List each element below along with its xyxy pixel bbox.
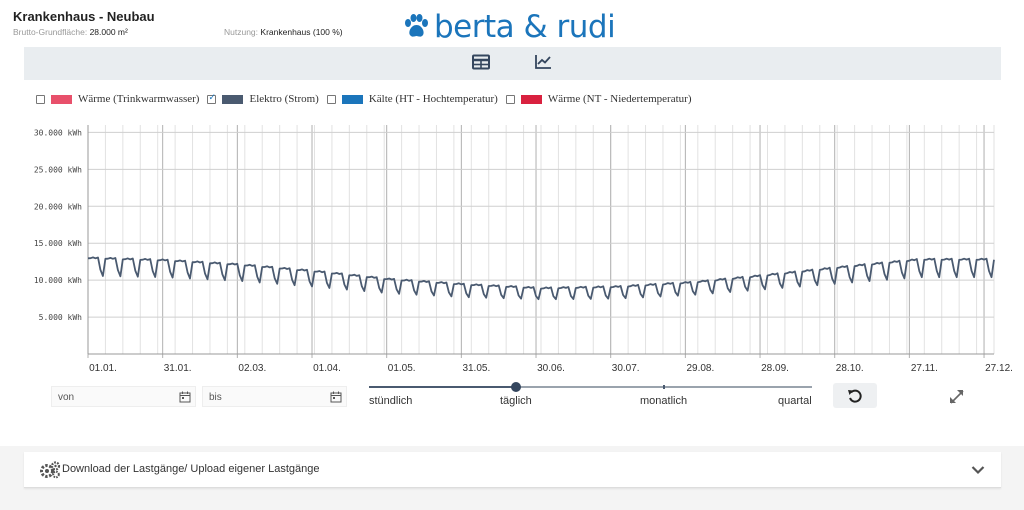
gears-icon (40, 461, 61, 479)
area-info: Brutto-Grundfläche: 28.000 m² (13, 27, 128, 37)
to-date-input[interactable]: bis (202, 386, 347, 407)
x-tick-label: 31.01. (164, 363, 192, 372)
legend-item-waerme-trinkwarmwasser[interactable]: Wärme (Trinkwarmwasser) (36, 93, 199, 105)
download-label: Download der Lastgänge/ Upload eigener L… (62, 463, 320, 475)
chevron-down-icon[interactable] (971, 463, 985, 477)
usage-value: Krankenhaus (100 %) (260, 27, 343, 37)
legend-swatch (51, 94, 72, 104)
usage-label: Nutzung: (224, 27, 259, 37)
page-title: Krankenhaus - Neubau (13, 9, 155, 24)
table-view-button[interactable] (472, 54, 492, 72)
reset-icon (848, 389, 862, 403)
line-chart-icon (535, 55, 551, 69)
to-date-placeholder: bis (209, 392, 222, 403)
usage-info: Nutzung: Krankenhaus (100 %) (224, 27, 343, 37)
x-tick-label: 28.10. (836, 363, 864, 372)
y-tick-label: 25.000 kWh (34, 165, 82, 174)
calendar-icon[interactable] (330, 391, 342, 403)
legend-label: Kälte (HT - Hochtemperatur) (368, 93, 498, 105)
download-panel[interactable]: Download der Lastgänge/ Upload eigener L… (24, 452, 1001, 488)
x-tick-label: 28.09. (761, 363, 789, 372)
resolution-option-daily[interactable]: täglich (500, 395, 532, 407)
legend-item-waerme-nt[interactable]: Wärme (NT - Niedertemperatur) (505, 93, 692, 105)
logo-text: berta & rudi (434, 8, 616, 45)
x-tick-label: 29.08. (686, 363, 714, 372)
page: Krankenhaus - Neubau Brutto-Grundfläche:… (0, 0, 1024, 510)
legend-swatch (222, 94, 244, 104)
y-tick-label: 5.000 kWh (39, 313, 83, 322)
x-tick-label: 30.07. (612, 363, 640, 372)
legend-label: Elektro (Strom) (249, 93, 319, 105)
legend-item-elektro-strom[interactable]: Elektro (Strom) (207, 93, 319, 105)
legend-swatch (341, 94, 363, 104)
x-tick-label: 31.05. (462, 363, 490, 372)
calendar-icon[interactable] (179, 391, 191, 403)
chart-legend: Wärme (Trinkwarmwasser) Elektro (Strom) … (36, 92, 699, 106)
legend-checkbox[interactable] (207, 93, 217, 104)
table-icon (472, 54, 490, 70)
x-tick-label: 30.06. (537, 363, 565, 372)
resolution-option-hourly[interactable]: stündlich (369, 395, 412, 407)
legend-checkbox[interactable] (505, 94, 515, 104)
y-tick-label: 15.000 kWh (34, 239, 82, 248)
resolution-slider-fill (369, 386, 516, 388)
x-tick-label: 01.05. (388, 363, 416, 372)
x-tick-label: 01.01. (89, 363, 117, 372)
area-value: 28.000 m² (89, 27, 128, 37)
legend-label: Wärme (NT - Niedertemperatur) (547, 93, 692, 105)
legend-swatch (520, 94, 542, 104)
x-tick-label: 02.03. (238, 363, 266, 372)
resolution-slider-handle[interactable] (511, 382, 521, 392)
y-tick-label: 20.000 kWh (34, 202, 82, 211)
reset-button[interactable] (833, 383, 877, 408)
x-tick-label: 01.04. (313, 363, 341, 372)
x-tick-label: 27.11. (911, 363, 938, 372)
from-date-placeholder: von (58, 392, 75, 403)
legend-label: Wärme (Trinkwarmwasser) (78, 93, 200, 105)
y-tick-label: 30.000 kWh (34, 128, 82, 137)
load-profile-chart[interactable]: 01.01. 31.01. 02.03. 01.04. 01.05. 31.05. 30.0… (0, 110, 1024, 372)
paw-icon (405, 14, 428, 37)
resolution-option-quarterly[interactable]: quartal (778, 395, 812, 407)
chart-view-button[interactable] (534, 54, 554, 72)
view-toolbar (24, 47, 1001, 80)
legend-checkbox[interactable] (326, 94, 336, 104)
x-tick-label: 27.12. (985, 363, 1013, 372)
area-label: Brutto-Grundfläche: (13, 27, 88, 37)
from-date-input[interactable]: von (51, 386, 196, 407)
y-tick-label: 10.000 kWh (34, 276, 82, 285)
chart-card: Krankenhaus - Neubau Brutto-Grundfläche:… (0, 0, 1024, 446)
brand-logo: berta & rudi (404, 8, 616, 45)
resolution-slider-tick (663, 385, 665, 389)
legend-checkbox[interactable] (36, 94, 45, 104)
legend-item-kaelte-ht[interactable]: Kälte (HT - Hochtemperatur) (326, 93, 498, 105)
expand-icon[interactable] (948, 388, 966, 406)
resolution-option-monthly[interactable]: monatlich (640, 395, 687, 407)
